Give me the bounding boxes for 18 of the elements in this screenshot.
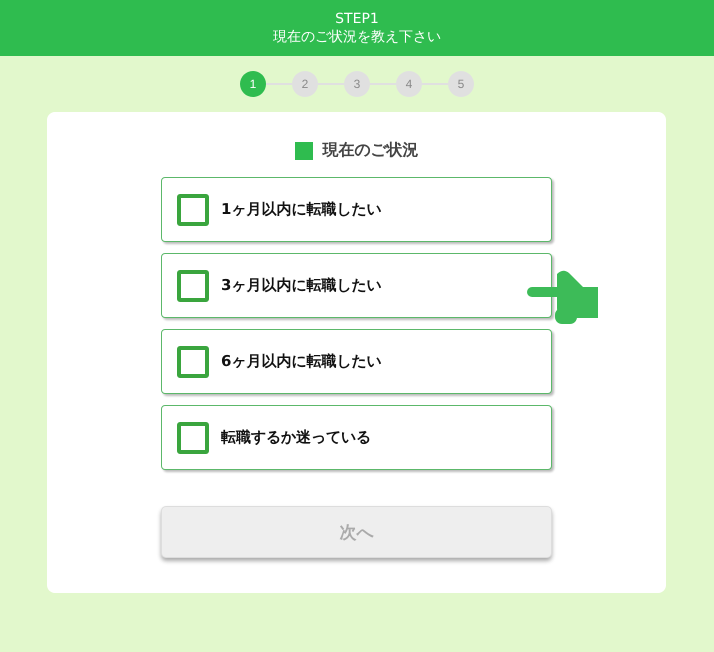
checkbox[interactable]	[177, 422, 209, 454]
step-indicator: 2	[292, 71, 318, 97]
checkbox[interactable]	[177, 194, 209, 226]
square-icon	[294, 142, 312, 160]
step-label: STEP1	[335, 10, 379, 28]
option-button[interactable]: 6ヶ月以内に転職したい	[161, 329, 552, 394]
step-indicator: 4	[396, 71, 422, 97]
pointing-hand-icon	[527, 268, 598, 324]
checkbox[interactable]	[177, 270, 209, 302]
step-indicator: 1	[240, 71, 266, 97]
step-indicator: 3	[344, 71, 370, 97]
page-title: 現在のご状況を教え下さい	[273, 28, 441, 46]
option-button[interactable]: 3ヶ月以内に転職したい	[161, 253, 552, 318]
step-indicator: 5	[448, 71, 474, 97]
option-button[interactable]: 転職するか迷っている	[161, 405, 552, 470]
question-title: 現在のご状況	[322, 140, 418, 161]
option-button[interactable]: 1ヶ月以内に転職したい	[161, 177, 552, 242]
checkbox[interactable]	[177, 346, 209, 378]
